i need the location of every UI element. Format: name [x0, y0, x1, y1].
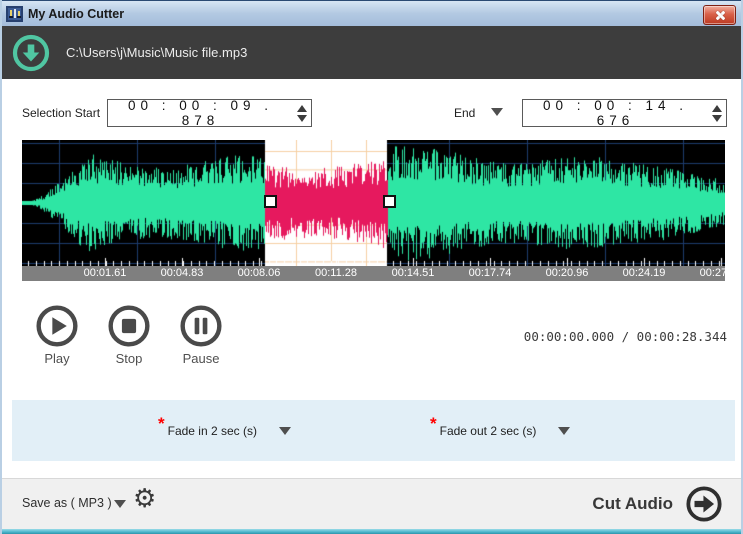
- selection-right-handle[interactable]: [383, 195, 396, 208]
- end-dropdown-icon[interactable]: [491, 108, 503, 116]
- cut-audio-label: Cut Audio: [592, 494, 673, 514]
- close-icon: [714, 10, 725, 21]
- pause-button[interactable]: Pause: [179, 304, 223, 366]
- selection-left-handle[interactable]: [264, 195, 277, 208]
- file-banner: C:\Users\j\Music\Music file.mp3: [2, 26, 741, 79]
- spinner-up-icon[interactable]: [712, 105, 722, 112]
- selection-start-label: Selection Start: [22, 106, 100, 120]
- cut-arrow-icon: [685, 485, 723, 523]
- app-icon: [6, 6, 23, 22]
- selection-end-spinner[interactable]: [708, 100, 726, 126]
- pause-label: Pause: [183, 351, 220, 366]
- fade-panel: * Fade in 2 sec (s) * Fade out 2 sec (s): [12, 400, 735, 461]
- fade-out-dropdown-icon[interactable]: [558, 427, 570, 435]
- time-label: 00:11.28: [315, 267, 357, 279]
- bottom-bar: Save as ( MP3 ) ⚙ Cut Audio: [2, 478, 741, 529]
- time-label: 00:08.06: [238, 267, 281, 279]
- app-window: My Audio Cutter C:\Users\j\Music\Music f…: [0, 0, 743, 534]
- time-label: 00:24.19: [623, 267, 666, 279]
- transport-controls: Play Stop Pause: [35, 304, 223, 366]
- selection-start-value[interactable]: 00 : 00 : 09 . 878: [108, 98, 293, 128]
- stop-label: Stop: [116, 351, 143, 366]
- waveform-display[interactable]: [22, 140, 725, 266]
- download-icon[interactable]: [12, 34, 50, 72]
- window-title: My Audio Cutter: [28, 7, 124, 21]
- end-dropdown-label[interactable]: End: [454, 106, 475, 120]
- waveform-panel: 00:01.61 00:04.83 00:08.06 00:11.28 00:14.51…: [22, 140, 725, 281]
- waveform-timebar: 00:01.61 00:04.83 00:08.06 00:11.28 00:14.51…: [22, 266, 725, 281]
- spinner-down-icon[interactable]: [297, 115, 307, 122]
- fade-out-control[interactable]: * Fade out 2 sec (s): [430, 400, 570, 461]
- play-label: Play: [44, 351, 69, 366]
- cut-audio-button[interactable]: Cut Audio: [592, 485, 723, 523]
- time-label: 00:14.51: [392, 267, 435, 279]
- close-button[interactable]: [703, 5, 736, 25]
- stop-button[interactable]: Stop: [107, 304, 151, 366]
- selection-end-value[interactable]: 00 : 00 : 14 . 676: [523, 98, 708, 128]
- fade-out-label: Fade out 2 sec (s): [440, 424, 537, 438]
- file-path: C:\Users\j\Music\Music file.mp3: [66, 45, 247, 60]
- fade-in-label: Fade in 2 sec (s): [168, 424, 257, 438]
- time-label: 00:04.83: [161, 267, 204, 279]
- window-bottom-border: [0, 529, 743, 534]
- play-button[interactable]: Play: [35, 304, 79, 366]
- save-as-dropdown[interactable]: Save as ( MP3 ): [22, 496, 112, 510]
- time-label: 00:27.41: [700, 267, 743, 279]
- playback-time-display: 00:00:00.000 / 00:00:28.344: [524, 329, 727, 344]
- gear-icon[interactable]: ⚙: [133, 483, 156, 514]
- selection-start-spinbox: 00 : 00 : 09 . 878: [107, 99, 312, 127]
- pause-icon: [179, 304, 223, 348]
- time-label: 00:17.74: [469, 267, 512, 279]
- stop-icon: [107, 304, 151, 348]
- fade-out-required-marker: *: [430, 414, 437, 434]
- fade-in-required-marker: *: [158, 414, 165, 434]
- save-as-dropdown-icon[interactable]: [114, 500, 126, 508]
- fade-in-control[interactable]: * Fade in 2 sec (s): [158, 400, 291, 461]
- time-label: 00:20.96: [546, 267, 589, 279]
- title-bar: My Audio Cutter: [0, 0, 743, 26]
- spinner-up-icon[interactable]: [297, 105, 307, 112]
- selection-end-spinbox: 00 : 00 : 14 . 676: [522, 99, 727, 127]
- fade-in-dropdown-icon[interactable]: [279, 427, 291, 435]
- play-icon: [35, 304, 79, 348]
- selection-start-spinner[interactable]: [293, 100, 311, 126]
- spinner-down-icon[interactable]: [712, 115, 722, 122]
- time-label: 00:01.61: [84, 267, 127, 279]
